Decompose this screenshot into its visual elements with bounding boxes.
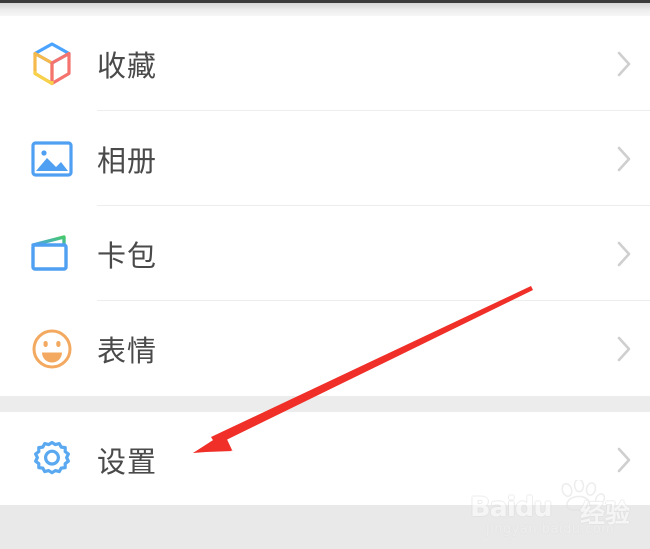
gear-icon xyxy=(0,437,97,483)
list-item-label: 设置 xyxy=(97,444,158,479)
photo-album-icon xyxy=(0,139,97,179)
list-item-favorites[interactable]: 收藏 xyxy=(0,16,650,111)
group-spacer xyxy=(0,396,650,412)
list-item-stickers[interactable]: 表情 xyxy=(0,301,650,396)
chevron-right-icon xyxy=(598,240,650,268)
list-item-cards[interactable]: 卡包 xyxy=(0,206,650,301)
phone-screen: 收藏 相册 卡包 表情 设置 Baidu 经验 jingyan.baidu.co… xyxy=(0,0,650,549)
list-item-label: 收藏 xyxy=(97,48,158,83)
chevron-right-icon xyxy=(598,145,650,173)
chevron-right-icon xyxy=(598,446,650,474)
chevron-right-icon xyxy=(598,335,650,363)
list-item-album[interactable]: 相册 xyxy=(0,111,650,206)
list-item-label: 相册 xyxy=(97,143,158,178)
list-item-settings[interactable]: 设置 xyxy=(0,412,650,507)
top-shadow-strip xyxy=(0,3,650,16)
footer-band xyxy=(0,505,650,549)
chevron-right-icon xyxy=(598,50,650,78)
card-wallet-icon xyxy=(0,233,97,275)
list-item-label: 表情 xyxy=(97,333,158,368)
media-list-group: 收藏 相册 卡包 表情 xyxy=(0,16,650,396)
settings-list-group: 设置 xyxy=(0,412,650,507)
list-item-label: 卡包 xyxy=(97,238,158,273)
cube-favorites-icon xyxy=(0,40,97,88)
smiley-face-icon xyxy=(0,327,97,371)
